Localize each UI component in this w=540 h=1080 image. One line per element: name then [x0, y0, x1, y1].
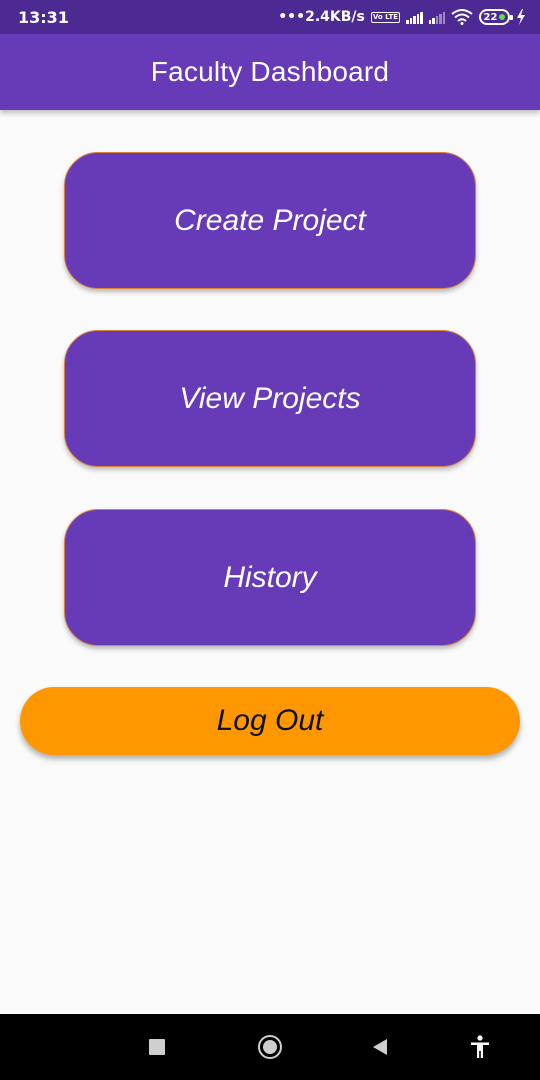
- view-projects-button[interactable]: View Projects: [64, 330, 476, 467]
- view-projects-label: View Projects: [179, 381, 361, 415]
- battery-icon: 22: [479, 9, 513, 25]
- log-out-button[interactable]: Log Out: [20, 687, 520, 755]
- create-project-label: Create Project: [174, 203, 366, 237]
- volte-icon: Vo LTE: [370, 11, 400, 23]
- battery-dot: [499, 14, 506, 20]
- status-icons: •••2.4KB/s Vo LTE 22: [278, 9, 526, 25]
- app-bar: Faculty Dashboard: [0, 34, 540, 110]
- home-icon: [258, 1035, 282, 1059]
- page-title: Faculty Dashboard: [150, 56, 390, 87]
- battery-level: 22: [483, 11, 498, 23]
- network-speed: •••2.4KB/s: [278, 9, 365, 25]
- wifi-icon: [451, 9, 473, 25]
- accessibility-button[interactable]: [455, 1014, 505, 1080]
- recent-apps-icon: [149, 1039, 165, 1055]
- accessibility-icon: [471, 1035, 489, 1058]
- status-bar: 13:31 •••2.4KB/s Vo LTE 22: [0, 0, 540, 34]
- history-label: History: [223, 560, 317, 594]
- home-button[interactable]: [245, 1014, 295, 1080]
- back-button[interactable]: [355, 1014, 405, 1080]
- charging-icon: [517, 9, 525, 25]
- status-time: 13:31: [18, 7, 69, 27]
- create-project-button[interactable]: Create Project: [64, 152, 476, 289]
- back-icon: [373, 1039, 387, 1055]
- log-out-label: Log Out: [216, 704, 324, 737]
- signal-icon: [406, 10, 423, 24]
- history-button[interactable]: History: [64, 509, 476, 646]
- navigation-bar: [0, 1014, 540, 1080]
- signal-weak-icon: [428, 10, 445, 24]
- recent-apps-button[interactable]: [132, 1014, 182, 1080]
